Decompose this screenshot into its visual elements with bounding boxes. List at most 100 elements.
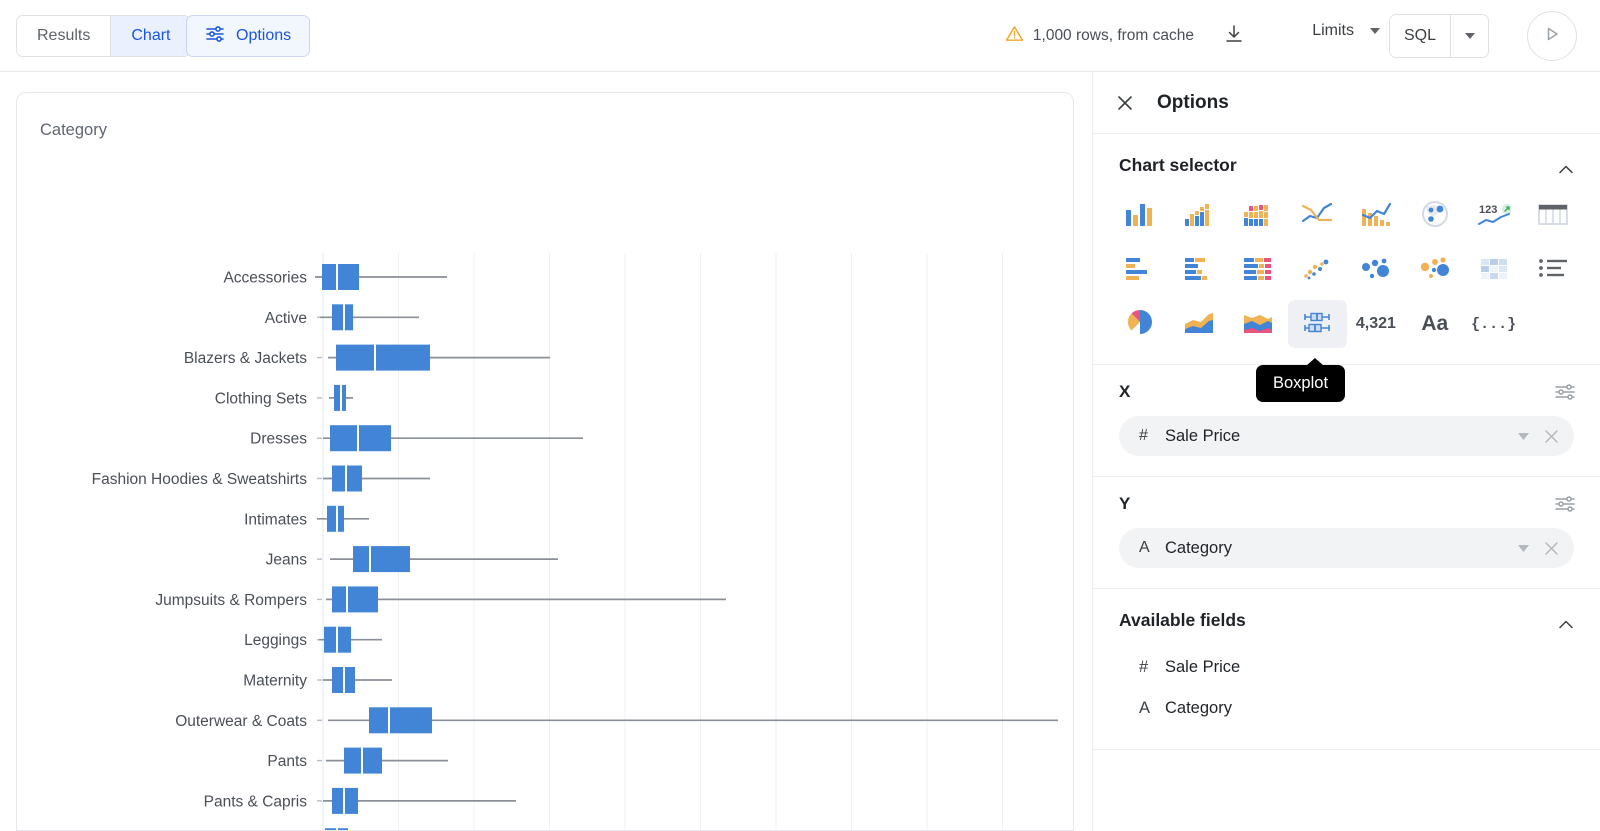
available-field-name: Category (1165, 699, 1232, 717)
stacked-area-icon (1241, 307, 1275, 342)
tab-chart[interactable]: Chart (110, 16, 191, 56)
x-field-pill[interactable]: # Sale Price (1119, 416, 1574, 456)
download-button[interactable] (1219, 21, 1249, 51)
chart-selector-header[interactable]: Chart selector (1093, 134, 1600, 192)
heatmap-icon (1477, 253, 1511, 288)
rows-status: 1,000 rows, from cache (1005, 24, 1194, 48)
warning-triangle-icon (1005, 24, 1024, 48)
category-tick-label: Pants (267, 753, 307, 770)
chart-type-boxplot[interactable] (1287, 300, 1347, 348)
chart-type-grid: 123 4,321 Aa {...} (1093, 192, 1600, 364)
chart-type-tooltip: Boxplot (1256, 358, 1346, 402)
chart-type-table[interactable] (1523, 192, 1582, 240)
chart-type-number[interactable]: 4,321 (1347, 300, 1406, 348)
boxplot-group[interactable] (317, 747, 448, 774)
boxplot-group[interactable] (317, 787, 516, 814)
options-panel-header: Options (1093, 72, 1600, 134)
string-type-icon: A (1139, 539, 1150, 556)
available-fields-header[interactable]: Available fields (1093, 589, 1600, 647)
chart-type-pie-chart[interactable] (1111, 300, 1170, 348)
chart-type-packed-bubble[interactable] (1405, 246, 1464, 294)
category-tick-label: Fashion Hoodies & Sweatshirts (92, 471, 308, 488)
boxplot-chart[interactable]: Accessories Active Blazers & Jackets Clothi… (17, 93, 1074, 831)
boxplot-group[interactable] (317, 586, 726, 613)
chart-type-json[interactable]: {...} (1464, 300, 1523, 348)
grouped-bar-chart-icon (1182, 199, 1216, 234)
boxplot-group[interactable] (317, 384, 353, 411)
field-settings-icon[interactable] (1554, 383, 1576, 406)
chart-type-line-chart[interactable] (1288, 192, 1347, 240)
chart-type-big-number-trend[interactable]: 123 (1464, 192, 1523, 240)
boxplot-group[interactable] (317, 667, 392, 693)
category-tick-label: Clothing Sets (215, 390, 307, 407)
boxplot-group[interactable] (317, 546, 558, 573)
boxplot-group[interactable] (317, 425, 583, 452)
chart-type-text[interactable]: Aa (1405, 300, 1464, 348)
y-field-name: Category (1165, 538, 1232, 557)
chart-type-grouped-horizontal-bar[interactable] (1170, 246, 1229, 294)
number-icon: 4,321 (1355, 315, 1396, 332)
chart-type-bar-chart[interactable] (1111, 192, 1170, 240)
chevron-down-icon (1370, 28, 1380, 34)
boxplot-group[interactable] (315, 264, 447, 290)
remove-x-field-icon[interactable] (1536, 428, 1566, 445)
chart-type-combo-bar-line[interactable] (1347, 192, 1406, 240)
options-panel-title: Options (1157, 91, 1229, 113)
chart-type-stacked-area[interactable] (1229, 300, 1288, 348)
chart-type-horizontal-bar[interactable] (1111, 246, 1170, 294)
rows-status-text: 1,000 rows, from cache (1032, 27, 1194, 44)
scatter-plot-icon (1300, 253, 1334, 288)
boxplot-group[interactable] (317, 465, 430, 492)
boxplot-group[interactable] (317, 304, 419, 331)
close-icon[interactable] (1115, 93, 1135, 113)
available-field-item[interactable]: A Category (1119, 688, 1574, 729)
tab-results[interactable]: Results (17, 16, 111, 56)
sql-dropdown-button[interactable] (1450, 15, 1488, 57)
y-field-label: Y (1119, 494, 1131, 513)
chevron-down-icon (1464, 33, 1475, 39)
combo-bar-line-icon (1359, 199, 1393, 234)
run-query-button[interactable] (1527, 11, 1577, 61)
chart-selector-title: Chart selector (1119, 155, 1237, 175)
chart-type-stacked-column[interactable] (1229, 192, 1288, 240)
pie-chart-icon (1123, 307, 1157, 342)
text-icon: Aa (1421, 312, 1449, 335)
y-field-section: Y A Category (1093, 477, 1600, 589)
limits-dropdown[interactable]: Limits (1312, 22, 1380, 40)
chart-type-geo-map[interactable] (1405, 192, 1464, 240)
view-tabs: Results Chart (16, 15, 192, 57)
stacked-column-icon (1241, 199, 1275, 234)
chevron-up-icon[interactable] (1559, 161, 1573, 174)
boxplot-group[interactable] (317, 344, 550, 371)
remove-y-field-icon[interactable] (1536, 540, 1566, 557)
geo-map-icon (1418, 199, 1452, 234)
x-field-section: X # Sale Price (1093, 365, 1600, 477)
sql-button[interactable]: SQL (1390, 15, 1450, 57)
category-tick-label: Dresses (250, 431, 307, 448)
chevron-down-icon[interactable] (1510, 432, 1536, 440)
field-settings-icon[interactable] (1554, 495, 1576, 518)
chart-selector-section: Chart selector 123 4,321 Aa {...} (1093, 134, 1600, 365)
chart-type-heatmap[interactable] (1464, 246, 1523, 294)
boxplot-group[interactable] (317, 707, 1058, 734)
chart-type-list[interactable] (1523, 246, 1582, 294)
chart-type-bubble-chart[interactable] (1347, 246, 1406, 294)
y-field-pill[interactable]: A Category (1119, 528, 1574, 568)
boxplot-group[interactable] (317, 505, 369, 532)
options-panel: Options Chart selector 123 4,321 Aa {...} X (1092, 72, 1600, 831)
available-field-name: Sale Price (1165, 658, 1241, 676)
options-button[interactable]: Options (186, 15, 311, 57)
chart-type-grouped-bar-chart[interactable] (1170, 192, 1229, 240)
boxplot-group[interactable] (317, 626, 382, 653)
bar-chart-icon (1123, 199, 1157, 234)
chevron-down-icon[interactable] (1510, 544, 1536, 552)
sliders-icon (205, 24, 225, 49)
limits-label: Limits (1312, 22, 1354, 39)
play-icon (1542, 24, 1562, 49)
chart-type-stacked-bar[interactable] (1229, 246, 1288, 294)
chart-type-scatter-plot[interactable] (1288, 246, 1347, 294)
chart-type-area-chart[interactable] (1170, 300, 1229, 348)
chevron-up-icon[interactable] (1559, 616, 1573, 629)
available-field-item[interactable]: # Sale Price (1119, 647, 1574, 688)
list-icon (1536, 253, 1570, 288)
